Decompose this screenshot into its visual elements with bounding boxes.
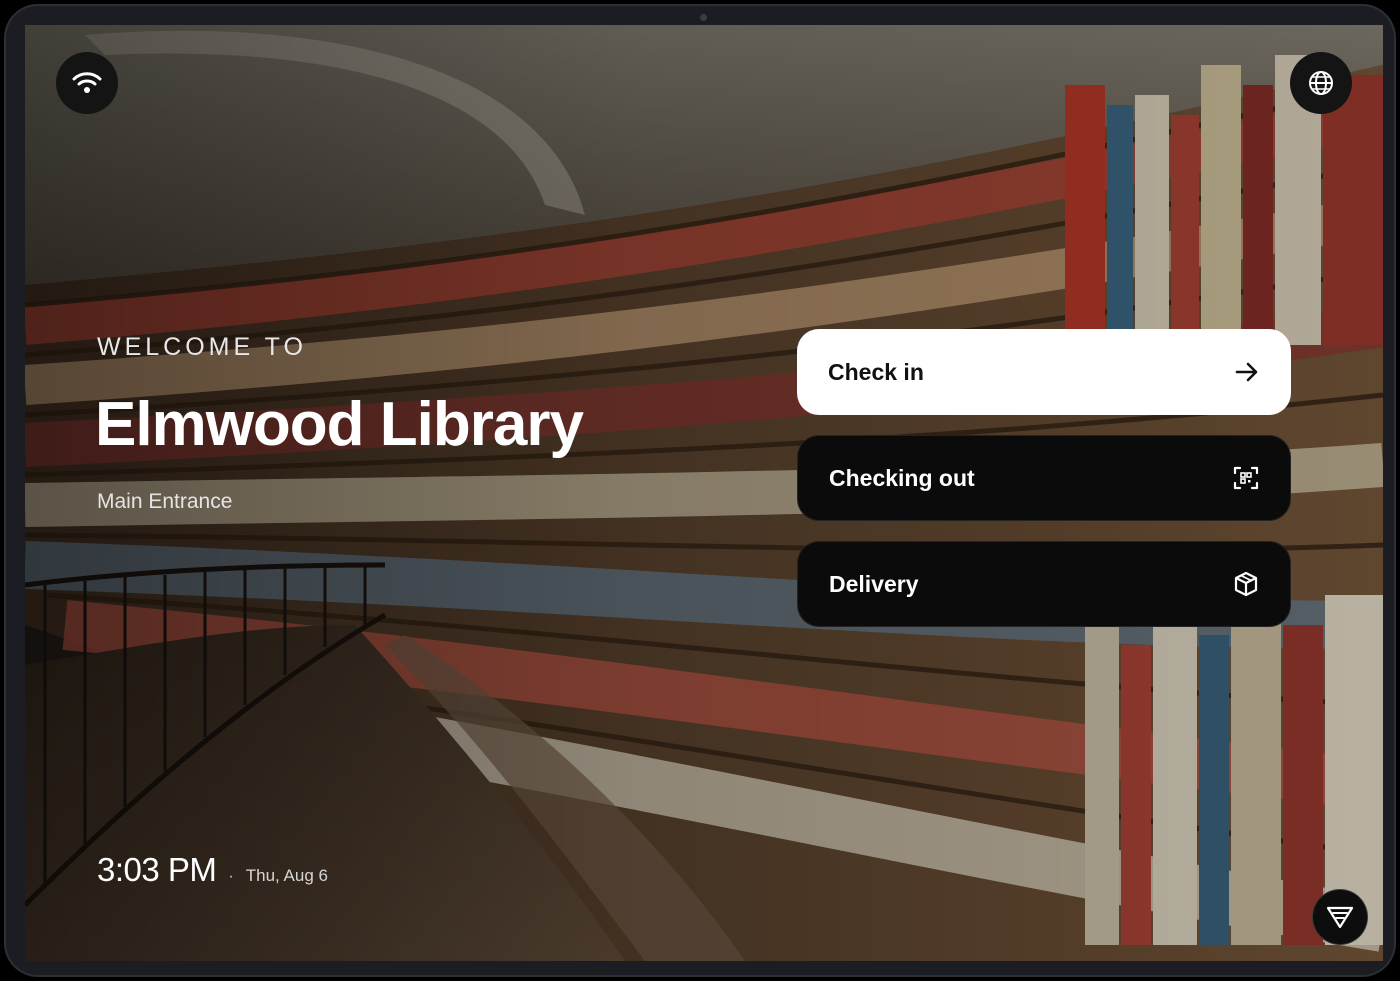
globe-icon (1309, 71, 1333, 95)
wifi-icon (72, 72, 102, 93)
action-list: Check in Checking out Delivery (797, 329, 1291, 647)
front-camera (700, 14, 707, 21)
time-date-separator: · (228, 868, 234, 885)
clock-display: 3:03 PM · Thu, Aug 6 (97, 851, 328, 889)
current-time: 3:03 PM (97, 851, 217, 888)
location-subtitle: Main Entrance (97, 490, 233, 513)
qr-scan-icon (1232, 464, 1260, 492)
checking-out-label: Checking out (829, 464, 975, 491)
current-date: Thu, Aug 6 (245, 866, 328, 885)
check-in-label: Check in (828, 358, 924, 385)
language-button[interactable] (1290, 52, 1352, 114)
check-in-button[interactable]: Check in (797, 329, 1291, 415)
package-icon (1232, 570, 1260, 598)
tablet-frame: WELCOME TO Elmwood Library Main Entrance… (4, 4, 1396, 977)
arrow-right-icon (1233, 358, 1261, 386)
delivery-button[interactable]: Delivery (797, 541, 1291, 627)
delivery-label: Delivery (829, 570, 919, 597)
library-title: Elmwood Library (95, 390, 584, 459)
wifi-button[interactable] (56, 52, 118, 114)
brand-logo-button[interactable] (1312, 889, 1368, 945)
welcome-eyebrow: WELCOME TO (97, 333, 307, 361)
kiosk-screen: WELCOME TO Elmwood Library Main Entrance… (25, 25, 1383, 961)
checking-out-button[interactable]: Checking out (797, 435, 1291, 521)
brand-logo-icon (1326, 906, 1354, 929)
